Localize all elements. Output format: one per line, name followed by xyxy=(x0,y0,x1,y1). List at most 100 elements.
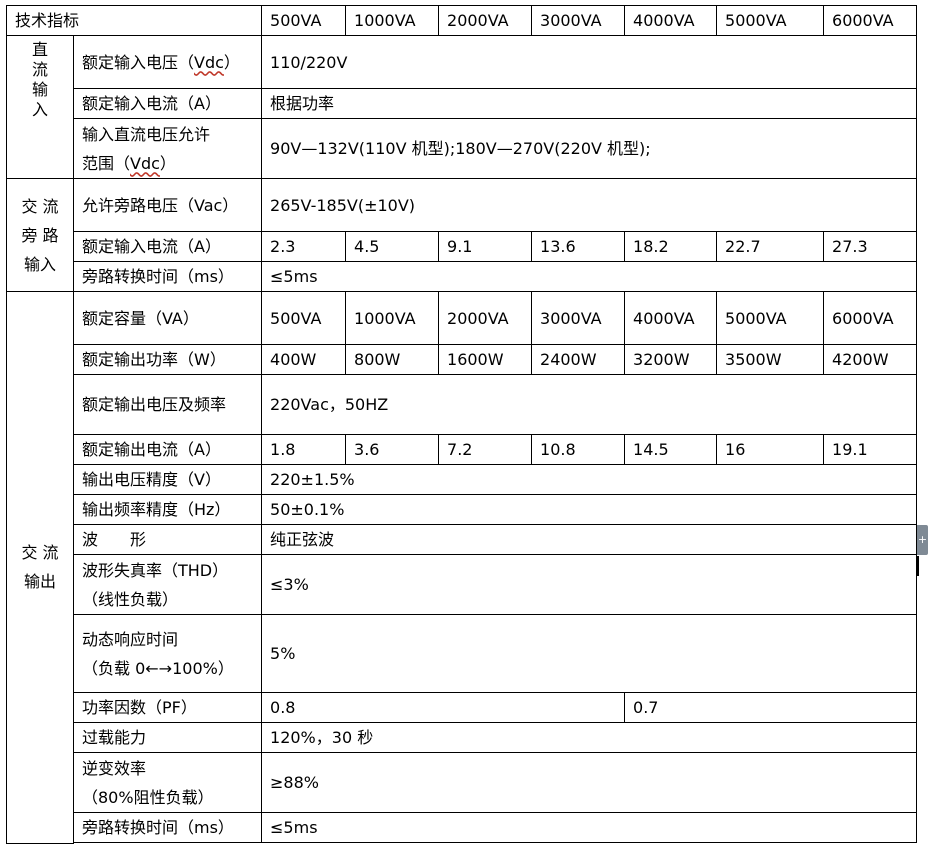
label-line: 动态响应时间 xyxy=(82,629,179,649)
table-row: 过载能力 120%，30 秒 xyxy=(7,722,918,753)
value-cell: 1.8 xyxy=(261,434,347,465)
value-cell: 13.6 xyxy=(531,231,626,262)
value-cell: 4.5 xyxy=(345,231,440,262)
row-label: 额定输出电流（A） xyxy=(72,434,263,465)
label-unit: Vdc xyxy=(194,52,224,72)
row-label: 动态响应时间 （负载 0←→100%） xyxy=(72,614,263,693)
table-row: 波形失真率（THD） （线性负载） ≤3% xyxy=(7,554,918,615)
row-value: 90V—132V(110V 机型);180V—270V(220V 机型); xyxy=(261,118,918,179)
row-label: 额定输出功率（W） xyxy=(72,344,263,375)
row-label: 旁路转换时间（ms） xyxy=(72,261,263,292)
row-label: 额定输入电压（Vdc） xyxy=(72,35,263,89)
row-value: 265V-185V(±10V) xyxy=(261,178,918,232)
label-line: （负载 0←→100%） xyxy=(82,658,234,678)
group-line: 输入 xyxy=(23,254,56,274)
table-row: 额定输入电流（A） 2.3 4.5 9.1 13.6 18.2 22.7 27.… xyxy=(7,231,918,262)
model-cell: 2000VA xyxy=(438,5,533,36)
row-value: 220±1.5% xyxy=(261,464,918,495)
model-cell: 4000VA xyxy=(624,5,718,36)
text-cursor xyxy=(917,556,919,576)
value-cell: 3500W xyxy=(716,344,825,375)
row-label: 允许旁路电压（Vac） xyxy=(72,178,263,232)
row-label: 额定输入电流（A） xyxy=(72,88,263,119)
value-cell: 0.7 xyxy=(624,692,918,723)
value-cell: 22.7 xyxy=(716,231,825,262)
label-text: 额定输入电压（ xyxy=(82,52,195,72)
model-cell: 500VA xyxy=(261,5,347,36)
row-label: 额定输入电流（A） xyxy=(72,231,263,262)
table-row: 逆变效率 （80%阻性负载） ≥88% xyxy=(7,752,918,813)
row-label: 输入直流电压允许 范围（Vdc） xyxy=(72,118,263,179)
table-row: 波 形 纯正弦波 xyxy=(7,524,918,555)
row-value: ≤5ms xyxy=(261,812,918,843)
row-value: 50±0.1% xyxy=(261,494,918,525)
model-cell: 1000VA xyxy=(345,5,440,36)
value-cell: 9.1 xyxy=(438,231,533,262)
label-unit: Vdc xyxy=(130,153,160,173)
value-cell: 4200W xyxy=(823,344,918,375)
label-line: 波形失真率（THD） xyxy=(82,560,229,580)
row-value: 220Vac，50HZ xyxy=(261,374,918,435)
value-cell: 7.2 xyxy=(438,434,533,465)
spacer-row xyxy=(7,843,917,844)
row-label: 额定容量（VA） xyxy=(72,291,263,345)
header-row: 技术指标 500VA 1000VA 2000VA 3000VA 4000VA 5… xyxy=(5,5,918,36)
group-char: 入 xyxy=(31,100,48,119)
table-row: 功率因数（PF） 0.8 0.7 xyxy=(7,692,918,723)
value-cell: 10.8 xyxy=(531,434,626,465)
value-cell: 16 xyxy=(716,434,825,465)
spec-table: 技术指标 500VA 1000VA 2000VA 3000VA 4000VA 5… xyxy=(5,5,918,844)
row-label: 额定输出电压及频率 xyxy=(72,374,263,435)
label-line: （线性负载） xyxy=(82,589,179,609)
group-line: 交 流 xyxy=(21,543,59,563)
row-label: 波形失真率（THD） （线性负载） xyxy=(72,554,263,615)
group-char: 直 xyxy=(31,40,48,59)
label-line: （80%阻性负载） xyxy=(82,787,214,807)
table-row: 交 流 旁 路 输入 允许旁路电压（Vac） 265V-185V(±10V) xyxy=(6,178,918,292)
group-char: 流 xyxy=(31,60,48,79)
value-cell: 6000VA xyxy=(823,291,918,345)
value-cell: 3000VA xyxy=(531,291,626,345)
value-cell: 400W xyxy=(261,344,347,375)
group-char: 输 xyxy=(31,80,48,99)
value-cell: 800W xyxy=(345,344,440,375)
value-cell: 18.2 xyxy=(624,231,718,262)
table-row: 额定输出功率（W） 400W 800W 1600W 2400W 3200W 35… xyxy=(7,344,918,375)
row-label: 波 形 xyxy=(72,524,263,555)
group-ac-output: 交 流 输出 xyxy=(6,291,74,844)
row-label: 逆变效率 （80%阻性负载） xyxy=(72,752,263,813)
row-label: 功率因数（PF） xyxy=(72,692,263,723)
value-cell: 3200W xyxy=(624,344,718,375)
row-value: 5% xyxy=(261,614,918,693)
value-cell: 4000VA xyxy=(624,291,718,345)
value-cell: 5000VA xyxy=(716,291,825,345)
row-label: 输出电压精度（V） xyxy=(72,464,263,495)
model-cell: 6000VA xyxy=(823,5,918,36)
table-row: 额定输出电压及频率 220Vac，50HZ xyxy=(7,374,918,435)
group-line: 交 流 xyxy=(21,196,59,216)
row-value: 纯正弦波 xyxy=(261,524,918,555)
spacer-cell xyxy=(74,843,917,844)
table-row: 输出频率精度（Hz） 50±0.1% xyxy=(7,494,918,525)
group-dc-input: 直 流 输 入 xyxy=(6,35,74,179)
spec-sheet: 技术指标 500VA 1000VA 2000VA 3000VA 4000VA 5… xyxy=(0,0,928,844)
row-label: 过载能力 xyxy=(72,722,263,753)
group-ac-bypass: 交 流 旁 路 输入 xyxy=(6,178,74,292)
row-value: 110/220V xyxy=(261,35,918,89)
table-row: 额定输出电流（A） 1.8 3.6 7.2 10.8 14.5 16 19.1 xyxy=(7,434,918,465)
plus-icon[interactable]: + xyxy=(917,525,928,555)
value-cell: 27.3 xyxy=(823,231,918,262)
table-row: 动态响应时间 （负载 0←→100%） 5% xyxy=(7,614,918,693)
value-cell: 2400W xyxy=(531,344,626,375)
value-cell: 19.1 xyxy=(823,434,918,465)
value-cell: 2000VA xyxy=(438,291,533,345)
value-cell: 0.8 xyxy=(261,692,626,723)
label-line: 逆变效率 xyxy=(82,758,147,778)
value-cell: 2.3 xyxy=(261,231,347,262)
value-cell: 3.6 xyxy=(345,434,440,465)
row-value: ≤5ms xyxy=(261,261,918,292)
row-value: 120%，30 秒 xyxy=(261,722,918,753)
table-row: 旁路转换时间（ms） ≤5ms xyxy=(7,812,918,843)
label-line: 输入直流电压允许 xyxy=(82,124,211,144)
header-label: 技术指标 xyxy=(5,5,263,36)
